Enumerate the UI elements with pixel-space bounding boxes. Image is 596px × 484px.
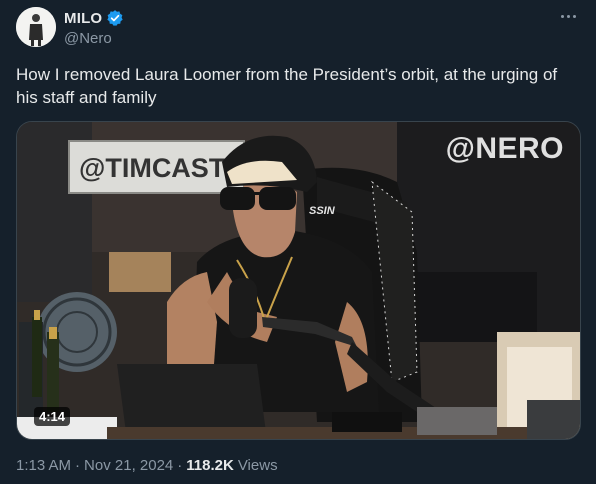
tweet-date[interactable]: Nov 21, 2024: [84, 457, 173, 474]
video-watermark: @NERO: [445, 132, 564, 165]
tweet-time[interactable]: 1:13 AM: [16, 457, 71, 474]
views-label: Views: [237, 457, 278, 474]
tweet-metadata: 1:13 AM · Nov 21, 2024 · 118.2K Views: [16, 457, 278, 474]
tweet-text: How I removed Laura Loomer from the Pres…: [16, 65, 558, 107]
sign-text: @TIMCASTI: [79, 153, 233, 183]
verified-badge-icon: [106, 9, 124, 27]
meta-separator: ·: [75, 457, 81, 474]
author-name-row: MILO: [64, 9, 124, 27]
author-display-name[interactable]: MILO: [64, 10, 102, 27]
more-options-icon[interactable]: [556, 6, 580, 26]
tweet-card: MILO @Nero How I removed Laura Loomer fr…: [0, 0, 596, 484]
meta-separator: ·: [177, 457, 183, 474]
views-count[interactable]: 118.2K: [186, 457, 234, 474]
video-thumbnail: @TIMCASTI SSIN: [17, 122, 580, 439]
chair-text: SSIN: [309, 205, 336, 217]
avatar[interactable]: [16, 7, 56, 47]
video-player[interactable]: @TIMCASTI SSIN @NERO 4:14: [16, 121, 581, 440]
video-duration-badge: 4:14: [34, 407, 71, 426]
author-handle[interactable]: @Nero: [64, 30, 112, 47]
